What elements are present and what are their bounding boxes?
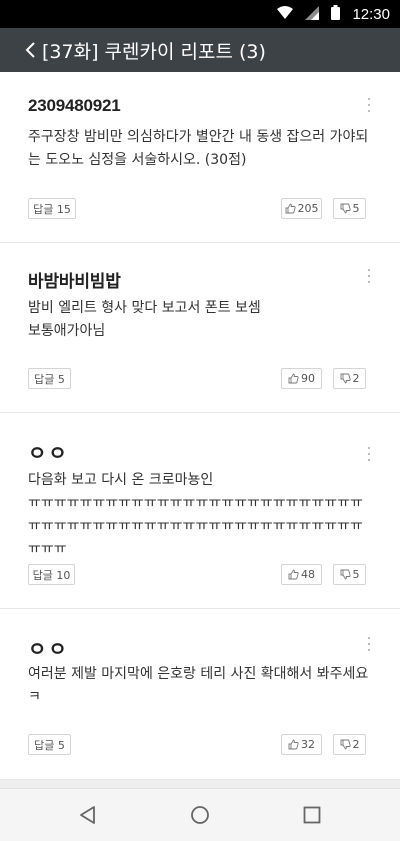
- thumbs-down-icon: [340, 373, 351, 384]
- dislike-button[interactable]: 5: [333, 564, 366, 585]
- comment-text: 여러분 제발 마지막에 은호랑 테리 사진 확대해서 봐주세요 ㅋ: [28, 666, 373, 705]
- thumbs-up-icon: [288, 373, 299, 384]
- dislike-button[interactable]: 2: [333, 734, 366, 755]
- more-options-icon[interactable]: [366, 98, 372, 112]
- comment-text: 다음화 보고 다시 온 크로마뇽인 ㅠㅠㅠㅠㅠㅠㅠㅠㅠㅠㅠㅠㅠㅠㅠㅠㅠㅠㅠㅠㅠㅠ…: [28, 472, 363, 557]
- dislike-count: 5: [352, 202, 360, 215]
- like-button[interactable]: 205: [281, 198, 322, 219]
- wifi-icon: [277, 5, 294, 24]
- dislike-count: 2: [352, 738, 360, 751]
- nav-recents-icon[interactable]: [300, 803, 324, 827]
- comment-item: ㅇㅇ 여러분 제발 마지막에 은호랑 테리 사진 확대해서 봐주세요 ㅋ 답글 …: [0, 609, 400, 779]
- thumbs-down-icon: [340, 569, 351, 580]
- nav-home-icon[interactable]: [188, 803, 212, 827]
- back-arrow-icon: [25, 42, 35, 58]
- dislike-button[interactable]: 5: [333, 198, 366, 219]
- thumbs-up-icon: [285, 203, 296, 214]
- signal-icon: [305, 5, 320, 24]
- comment-author: 2309480921: [28, 96, 121, 115]
- reply-button[interactable]: 답글 5: [28, 734, 71, 755]
- battery-icon: [331, 5, 341, 24]
- like-count: 90: [301, 372, 315, 385]
- nav-back-icon[interactable]: [76, 803, 100, 827]
- page-title: [37화] 쿠렌카이 리포트 (3): [42, 40, 266, 63]
- like-button[interactable]: 48: [281, 564, 322, 585]
- system-nav-bar: [0, 788, 400, 841]
- like-count: 205: [297, 202, 319, 215]
- thumbs-down-icon: [340, 739, 351, 750]
- thumbs-up-icon: [288, 739, 299, 750]
- status-bar: 12:30: [0, 0, 400, 28]
- comment-text: 밤비 엘리트 형사 맞다 보고서 폰트 보셈 보통애가아님: [28, 300, 261, 339]
- comment-author: ㅇㅇ: [28, 443, 69, 465]
- comment-item: 2309480921 주구장창 밤비만 의심하다가 별안간 내 동생 잡으러 가…: [0, 72, 400, 242]
- app-header: [37화] 쿠렌카이 리포트 (3): [0, 28, 400, 72]
- like-count: 48: [301, 568, 315, 581]
- dislike-count: 5: [352, 568, 360, 581]
- thumbs-down-icon: [340, 203, 351, 214]
- comment-item: ㅇㅇ 다음화 보고 다시 온 크로마뇽인 ㅠㅠㅠㅠㅠㅠㅠㅠㅠㅠㅠㅠㅠㅠㅠㅠㅠㅠㅠ…: [0, 413, 400, 608]
- comment-author: ㅇㅇ: [28, 639, 69, 661]
- divider: [0, 779, 400, 780]
- dislike-button[interactable]: 2: [333, 368, 366, 389]
- reply-button[interactable]: 답글 5: [28, 368, 71, 389]
- like-count: 32: [301, 738, 315, 751]
- dislike-count: 2: [352, 372, 360, 385]
- like-button[interactable]: 90: [281, 368, 322, 389]
- comment-text: 주구장창 밤비만 의심하다가 별안간 내 동생 잡으러 가야되는 도오노 심정을…: [28, 129, 369, 168]
- status-time: 12:30: [352, 6, 390, 23]
- comment-author: 바밤바비빔밥: [28, 272, 121, 291]
- thumbs-up-icon: [288, 569, 299, 580]
- like-button[interactable]: 32: [281, 734, 322, 755]
- comment-list[interactable]: 2309480921 주구장창 밤비만 의심하다가 별안간 내 동생 잡으러 가…: [0, 72, 400, 788]
- reply-button[interactable]: 답글 15: [28, 198, 76, 219]
- more-options-icon[interactable]: [366, 269, 372, 283]
- reply-button[interactable]: 답글 10: [28, 564, 75, 585]
- more-options-icon[interactable]: [366, 447, 372, 461]
- comment-item: 바밤바비빔밥 밤비 엘리트 형사 맞다 보고서 폰트 보셈 보통애가아님 답글 …: [0, 243, 400, 412]
- more-options-icon[interactable]: [366, 637, 372, 651]
